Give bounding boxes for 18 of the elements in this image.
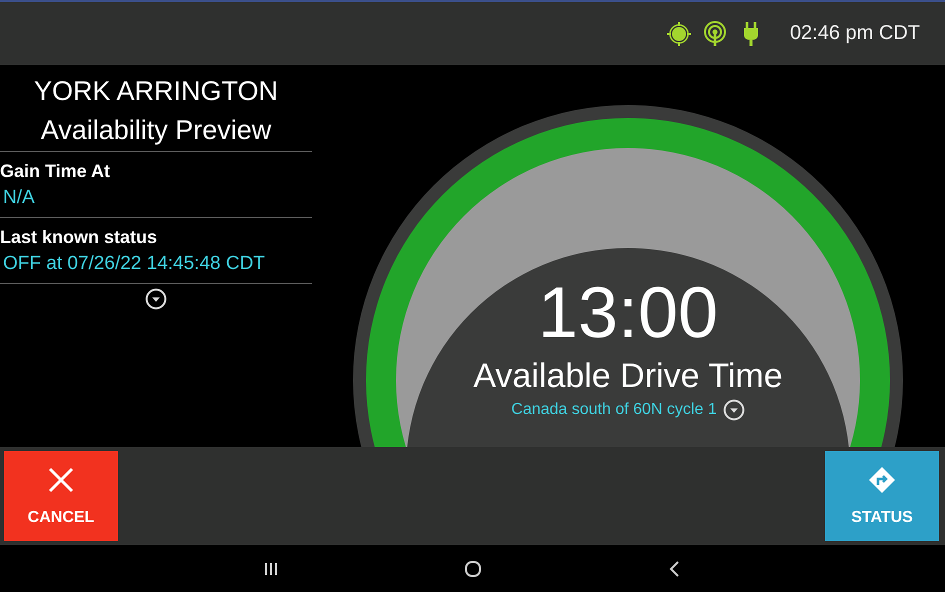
- cancel-button[interactable]: CANCEL: [4, 451, 118, 541]
- driver-name: YORK ARRINGTON: [32, 75, 280, 108]
- signal-icon: [702, 20, 728, 46]
- drive-time: 13:00: [538, 273, 718, 353]
- close-icon: [46, 465, 76, 495]
- gps-icon: [666, 20, 692, 46]
- cycle-name: Canada south of 60N cycle 1: [511, 401, 717, 419]
- clock-time: 02:46 pm CDT: [790, 22, 920, 45]
- status-button[interactable]: STATUS: [825, 451, 939, 541]
- expand-icon[interactable]: [145, 288, 167, 310]
- field-label: Last known status: [0, 226, 158, 249]
- expand-icon[interactable]: [722, 399, 745, 421]
- screen-title: Availability Preview: [0, 111, 312, 152]
- field-value: N/A: [2, 186, 36, 210]
- field-value: OFF at 07/26/22 14:45:48 CDT: [2, 252, 266, 276]
- gauge-label: Available Drive Time: [473, 356, 783, 397]
- turn-sign-icon: [867, 465, 897, 495]
- field-label: Gain Time At: [0, 160, 112, 183]
